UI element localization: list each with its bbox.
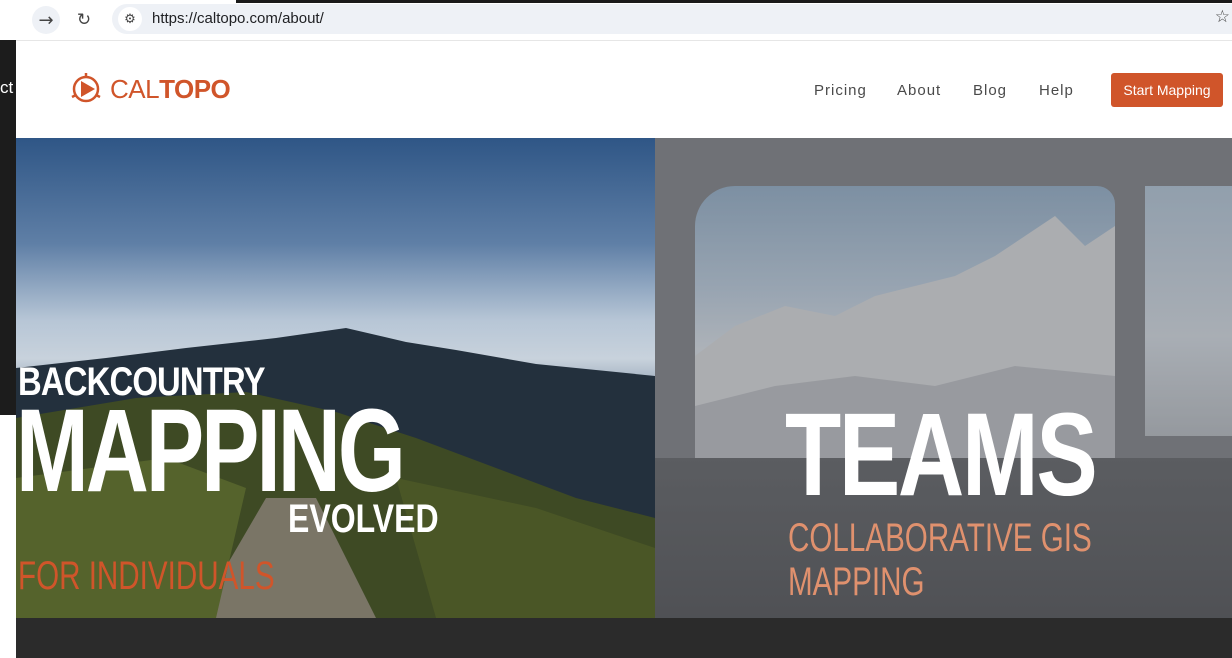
background-window-text: ct <box>0 78 14 97</box>
hero-individuals-panel[interactable]: BACKCOUNTRY MAPPING EVOLVED FOR INDIVIDU… <box>16 138 655 618</box>
web-page: CALTOPO Pricing About Blog Help Start Ma… <box>16 40 1232 618</box>
hero-subtitle-teams: COLLABORATIVE GIS MAPPING <box>788 516 1092 604</box>
hero-subtitle-line1: COLLABORATIVE GIS <box>788 516 1092 560</box>
nav-about[interactable]: About <box>897 82 941 99</box>
start-mapping-button[interactable]: Start Mapping <box>1111 73 1223 107</box>
background-window-panel <box>0 415 16 658</box>
caltopo-logo[interactable]: CALTOPO <box>68 71 231 107</box>
bookmark-star-icon[interactable]: ☆ <box>1215 7 1230 27</box>
forward-icon[interactable]: → <box>32 6 60 34</box>
hero-line-evolved: EVOLVED <box>288 497 439 541</box>
url-text[interactable]: https://caltopo.com/about/ <box>152 10 324 27</box>
hero-subtitle-line2: MAPPING <box>788 560 925 604</box>
site-header: CALTOPO Pricing About Blog Help Start Ma… <box>16 40 1232 139</box>
hero-title-teams: TEAMS <box>785 389 1098 521</box>
background-window: ct <box>0 40 16 658</box>
window-edge <box>236 0 1232 3</box>
hero-subtitle-individuals: FOR INDIVIDUALS <box>18 554 275 598</box>
browser-toolbar: → ↻ ⚙ https://caltopo.com/about/ ☆ <box>0 0 1232 40</box>
reload-icon[interactable]: ↻ <box>70 6 98 34</box>
logo-compass-icon <box>71 73 101 103</box>
hero-teams-panel[interactable]: TEAMS COLLABORATIVE GIS MAPPING <box>655 138 1232 618</box>
hero-line-mapping: MAPPING <box>16 385 406 517</box>
site-info-icon[interactable]: ⚙ <box>118 7 142 31</box>
address-bar[interactable]: ⚙ https://caltopo.com/about/ ☆ <box>112 4 1232 34</box>
nav-pricing[interactable]: Pricing <box>814 82 867 99</box>
logo-wordmark: CALTOPO <box>110 73 231 104</box>
nav-blog[interactable]: Blog <box>973 82 1007 99</box>
nav-help[interactable]: Help <box>1039 82 1074 99</box>
